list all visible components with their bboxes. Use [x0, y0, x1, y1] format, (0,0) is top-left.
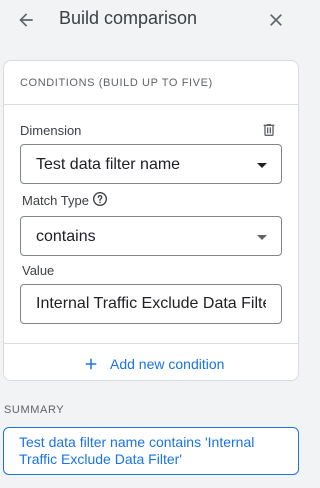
- summary-heading: SUMMARY: [4, 404, 65, 416]
- dimension-select[interactable]: Test data filter name: [20, 144, 282, 184]
- match-type-label: Match Type: [22, 193, 89, 208]
- page-title: Build comparison: [59, 8, 198, 28]
- plus-icon: [85, 358, 97, 370]
- match-type-selected-value: contains: [36, 228, 96, 245]
- delete-condition-button[interactable]: [260, 121, 278, 139]
- help-circle-icon[interactable]: [92, 191, 108, 207]
- dimension-selected-value: Test data filter name: [36, 156, 181, 173]
- value-input[interactable]: [21, 285, 281, 323]
- close-icon: [270, 14, 282, 26]
- conditions-card: CONDITIONS (BUILD UP TO FIVE) Dimension …: [3, 60, 299, 381]
- chevron-down-icon: [257, 163, 267, 168]
- chevron-down-icon: [257, 235, 267, 240]
- dimension-label: Dimension: [20, 123, 82, 138]
- divider: [4, 343, 298, 344]
- add-condition-button[interactable]: Add new condition: [82, 351, 224, 377]
- back-button[interactable]: [12, 6, 40, 34]
- divider: [4, 104, 298, 105]
- header-bar: Build comparison: [0, 0, 302, 44]
- conditions-heading: CONDITIONS (BUILD UP TO FIVE): [20, 77, 213, 89]
- summary-text: Test data filter name contains 'Internal…: [3, 427, 299, 475]
- match-type-select[interactable]: contains: [20, 216, 282, 256]
- value-input-wrapper: [20, 284, 282, 324]
- value-label: Value: [22, 263, 55, 278]
- add-condition-label: Add new condition: [110, 356, 225, 372]
- close-button[interactable]: [262, 6, 290, 34]
- arrow-back-icon: [19, 13, 33, 27]
- trash-icon: [263, 124, 275, 136]
